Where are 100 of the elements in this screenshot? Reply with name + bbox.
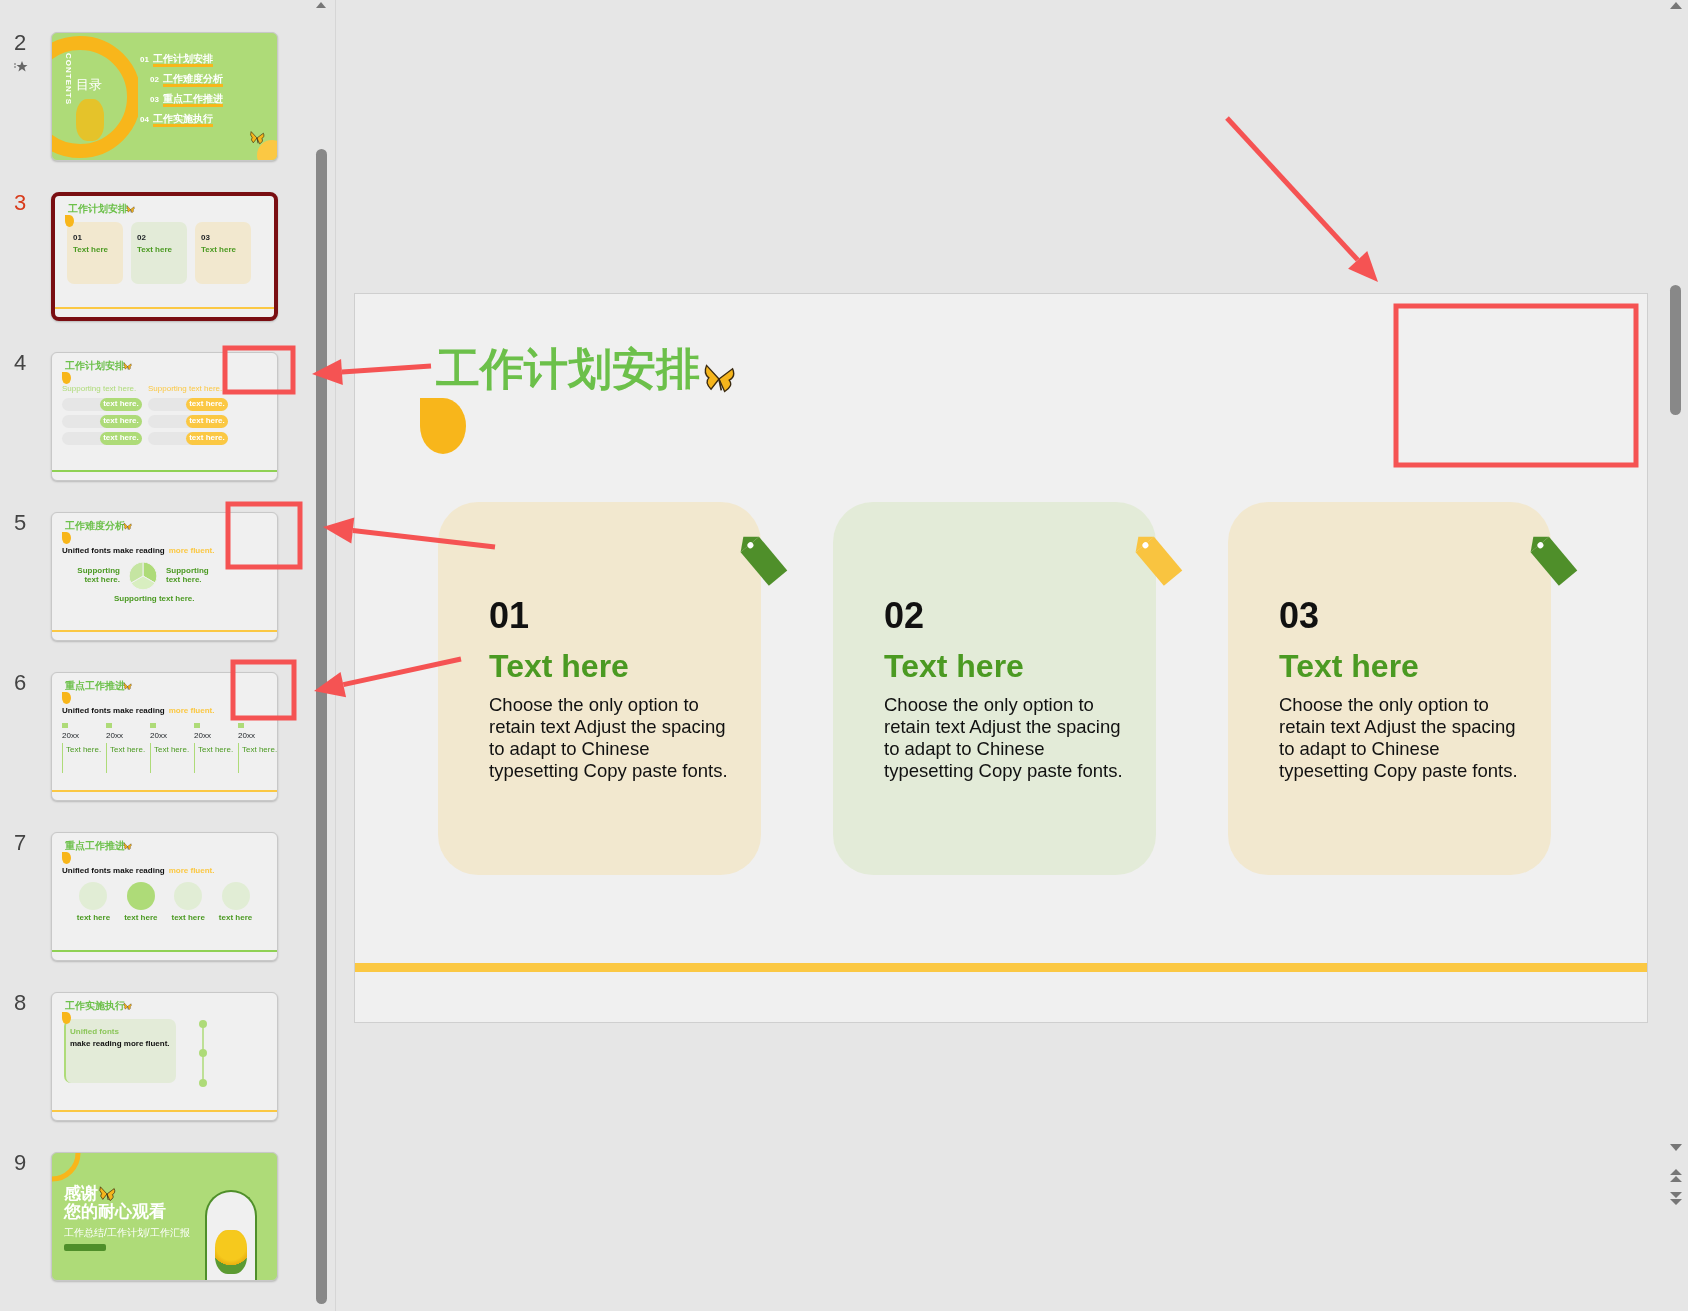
- slide-number: 7: [14, 832, 27, 854]
- calendar-icon: [106, 723, 112, 728]
- slide-thumbnail[interactable]: 工作计划安排 01 Text here 02 Text here 03 Text here: [51, 192, 278, 321]
- photo-placeholder: [76, 99, 104, 141]
- headline-accent: more fluent.: [168, 705, 215, 717]
- column-heading: Text here.: [110, 745, 144, 755]
- slide-title: 工作计划安排: [68, 204, 128, 214]
- slide-title: 重点工作推进: [65, 841, 125, 851]
- item-label: text here: [76, 914, 111, 923]
- arc-shape: [52, 1153, 82, 1183]
- pill-label: text here.: [186, 397, 228, 411]
- card-number: 01: [73, 234, 83, 242]
- card-number: 03: [1279, 595, 1321, 636]
- slide-number: 2: [14, 32, 27, 54]
- pill-label: text here.: [100, 431, 142, 445]
- year-label: 20xx: [150, 732, 168, 741]
- item-label: 工作计划安排: [152, 53, 213, 67]
- contents-title: 目录: [76, 76, 102, 94]
- column-heading: Text here.: [66, 745, 100, 755]
- slide-title: 重点工作推进: [65, 681, 125, 691]
- headline: Unified fonts make reading: [62, 705, 165, 717]
- card-heading: Text here: [201, 246, 237, 254]
- item-label: 工作实施执行: [152, 113, 213, 127]
- item-number: 04: [140, 114, 149, 126]
- button-shape: [64, 1243, 106, 1251]
- card-heading: Text here: [73, 246, 109, 254]
- scroll-up-icon: [1668, 0, 1683, 10]
- butterfly-icon: [123, 361, 132, 371]
- highlight-rectangle: [230, 659, 297, 721]
- tagline: 工作总结/工作计划/工作汇报: [64, 1225, 190, 1240]
- item-number: 03: [150, 94, 159, 106]
- butterfly-icon: [123, 521, 132, 531]
- card-heading: Text here: [137, 246, 173, 254]
- column-heading: Text here.: [242, 745, 276, 755]
- card-number: 01: [489, 595, 531, 636]
- pill-label: text here.: [100, 397, 142, 411]
- butterfly-icon: [123, 681, 132, 691]
- previous-slide-icon: [1668, 1167, 1683, 1183]
- card-body-text: Choose the only option to retain text Adjust the spacing to adapt to Chinese typesetting Copy paste fonts.: [1279, 693, 1519, 782]
- calendar-icon: [194, 723, 200, 728]
- thanks-title: 感谢: [64, 1185, 98, 1203]
- headline-accent: more fluent.: [168, 545, 215, 557]
- slide-thumbnail[interactable]: 重点工作推进 Unified fonts make reading more fluent. text here text here text here text here: [51, 832, 278, 961]
- slide-thumbnail[interactable]: 工作难度分析 Unified fonts make reading more fluent. Supporting text here. Supporting text here. Supporting text here.: [51, 512, 278, 641]
- pill-label: text here.: [186, 431, 228, 445]
- calendar-icon: [62, 723, 68, 728]
- drop-shape: [65, 215, 74, 227]
- item-label: text here: [218, 914, 253, 923]
- drop-shape: [62, 692, 71, 704]
- scroll-down-icon: [1668, 1143, 1683, 1153]
- year-label: 20xx: [62, 732, 80, 741]
- slide-title: 工作计划安排: [436, 344, 700, 393]
- slide-number: 3: [14, 192, 27, 214]
- butterfly-icon: [126, 204, 135, 214]
- slide-title: 工作计划安排: [65, 361, 125, 371]
- slide-title: 工作难度分析: [65, 521, 125, 531]
- scrollbar-thumb[interactable]: [315, 149, 327, 1304]
- card-body-text: Choose the only option to retain text Adjust the spacing to adapt to Chinese typesetting Copy paste fonts.: [489, 693, 729, 782]
- card-heading: Text here: [1279, 647, 1420, 686]
- item-label: 工作难度分析: [162, 73, 223, 87]
- drop-shape: [420, 398, 466, 454]
- slide-number: 6: [14, 672, 27, 694]
- timeline-drawing: [198, 1019, 208, 1089]
- item-number: 02: [150, 74, 159, 86]
- drop-shape: [62, 1012, 71, 1024]
- supporting-text: Supporting text here.: [148, 385, 224, 394]
- headline-accent: more fluent.: [168, 865, 215, 877]
- butterfly-icon: [123, 841, 132, 851]
- drop-shape: [62, 532, 71, 544]
- butterfly-icon: [123, 1001, 132, 1011]
- card-heading: Text here: [884, 647, 1025, 686]
- scrollbar-thumb[interactable]: [1670, 285, 1681, 415]
- butterfly-icon: [249, 130, 265, 146]
- pill-label: text here.: [186, 414, 228, 428]
- supporting-text: Supporting text here.: [166, 567, 210, 585]
- year-label: 20xx: [194, 732, 212, 741]
- slide-number: 5: [14, 512, 27, 534]
- thanks-subtitle: 您的耐心观看: [64, 1203, 167, 1222]
- headline: Unified fonts make reading: [62, 865, 165, 877]
- slide-number: 8: [14, 992, 27, 1014]
- card-heading: Text here: [489, 647, 630, 686]
- calendar-icon: [238, 723, 244, 728]
- drop-shape: [62, 372, 71, 384]
- card-number: 02: [137, 234, 147, 242]
- supporting-text: Supporting text here.: [114, 595, 195, 604]
- panel-subtitle: make reading more fluent.: [70, 1038, 171, 1050]
- panel-title: Unified fonts: [70, 1026, 120, 1038]
- item-label: text here: [124, 914, 158, 923]
- supporting-text: Supporting text here.: [62, 385, 138, 394]
- item-number: 01: [140, 54, 149, 66]
- slide-number: 4: [14, 352, 27, 374]
- side-label: CONTENTS: [63, 53, 74, 105]
- slide-number: 9: [14, 1152, 27, 1174]
- next-slide-icon: [1668, 1191, 1683, 1207]
- slide-thumbnail[interactable]: 重点工作推进 Unified fonts make reading more fluent. 20xx Text here. 20xx Text here. 20xx Text here. 20xx Text here. 20xx Text here.: [51, 672, 278, 801]
- item-label: text here: [171, 914, 205, 923]
- item-label: 重点工作推进: [162, 93, 223, 107]
- butterfly-icon: [98, 1185, 116, 1203]
- slide-thumbnail[interactable]: 工作实施执行 Unified fonts make reading more fluent.: [51, 992, 278, 1121]
- year-label: 20xx: [238, 732, 256, 741]
